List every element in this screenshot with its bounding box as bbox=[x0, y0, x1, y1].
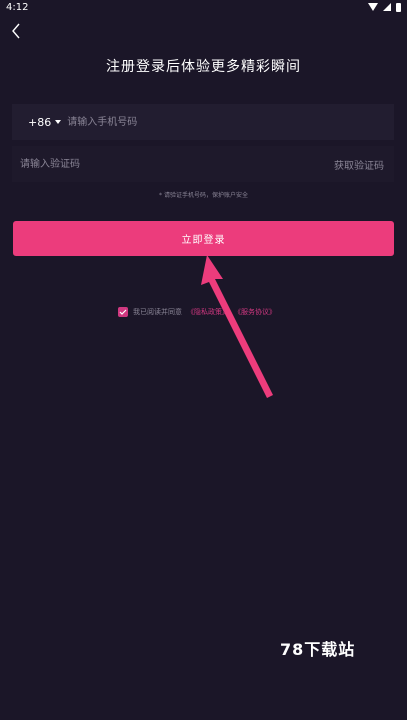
page-title: 注册登录后体验更多精彩瞬间 bbox=[106, 59, 301, 75]
caret-down-icon bbox=[55, 120, 62, 124]
status-icons bbox=[368, 2, 401, 12]
check-icon bbox=[119, 309, 127, 315]
country-code-selector[interactable]: +86 bbox=[12, 115, 62, 129]
agreement-prefix: 我已阅读并同意 bbox=[133, 308, 182, 316]
battery-icon bbox=[396, 2, 401, 12]
signal-icon bbox=[383, 3, 391, 11]
agreement-row: 我已阅读并同意 《隐私政策》 《服务协议》 bbox=[118, 305, 276, 319]
watermark: 78下载站 bbox=[280, 640, 356, 659]
privacy-policy-link[interactable]: 《隐私政策》 bbox=[187, 307, 229, 317]
code-field-row: 获取验证码 bbox=[12, 146, 394, 182]
status-time: 4:12 bbox=[6, 1, 29, 13]
terms-of-service-link[interactable]: 《服务协议》 bbox=[234, 307, 276, 317]
country-code-label: +86 bbox=[28, 115, 52, 129]
phone-field-row: +86 bbox=[12, 104, 394, 140]
verification-code-input[interactable] bbox=[12, 146, 334, 182]
status-bar: 4:12 bbox=[0, 0, 407, 14]
get-code-button[interactable]: 获取验证码 bbox=[334, 157, 394, 172]
wifi-icon bbox=[368, 3, 378, 11]
chevron-left-icon bbox=[12, 23, 20, 39]
arrow-annotation bbox=[201, 255, 273, 398]
agree-checkbox[interactable] bbox=[118, 307, 128, 317]
phone-number-input[interactable] bbox=[67, 104, 394, 140]
back-button[interactable] bbox=[6, 20, 26, 42]
notice-text: * 请验证手机号码，保护账户安全 bbox=[159, 192, 248, 199]
